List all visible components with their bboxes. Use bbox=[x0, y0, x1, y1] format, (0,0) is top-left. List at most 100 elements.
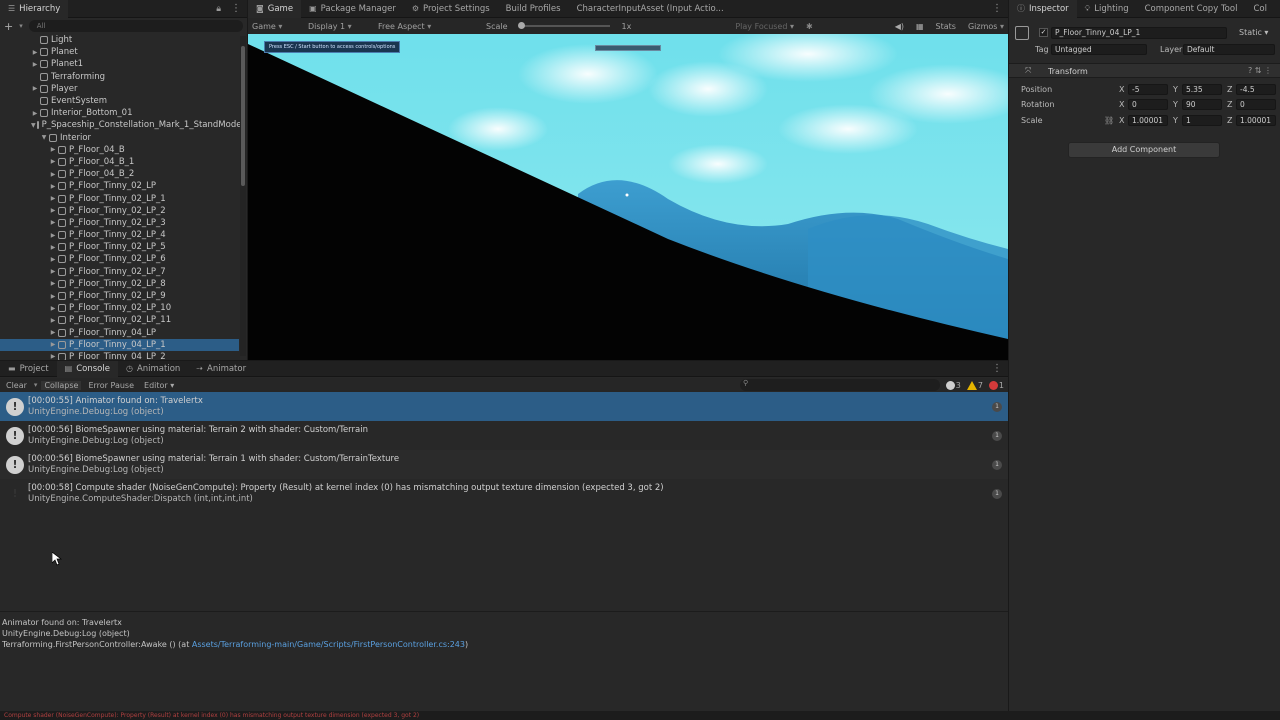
collapsed-arrow-icon[interactable]: ▶ bbox=[49, 171, 57, 178]
aspect-dropdown[interactable]: Free Aspect bbox=[378, 22, 474, 31]
hierarchy-item[interactable]: ▶ Planet1 bbox=[0, 58, 239, 70]
tab-animation[interactable]: ◷ Animation bbox=[118, 361, 188, 377]
error-count-toggle[interactable]: 1 bbox=[988, 380, 1004, 390]
hierarchy-scroll-thumb[interactable] bbox=[241, 46, 245, 186]
hierarchy-item[interactable]: ▶ P_Floor_04_B_2 bbox=[0, 168, 239, 180]
warn-count-toggle[interactable]: 7 bbox=[966, 380, 983, 390]
hierarchy-item[interactable]: ▶ Planet bbox=[0, 46, 239, 58]
hierarchy-item[interactable]: ▶ P_Floor_Tinny_02_LP_4 bbox=[0, 229, 239, 241]
hierarchy-item[interactable]: ▼ P_Spaceship_Constellation_Mark_1_StandM… bbox=[0, 119, 241, 131]
hierarchy-item[interactable]: ▼ Interior bbox=[0, 132, 239, 144]
tab-character-input-asset[interactable]: CharacterInputAsset (Input Actio... bbox=[569, 0, 732, 18]
hierarchy-item[interactable]: ▶ P_Floor_Tinny_02_LP_6 bbox=[0, 253, 239, 265]
clear-dropdown-icon[interactable]: ▾ bbox=[34, 381, 38, 389]
scale-slider[interactable] bbox=[517, 22, 610, 29]
bug-icon[interactable]: ✱ bbox=[806, 22, 813, 31]
hierarchy-search-input[interactable]: All bbox=[28, 20, 243, 32]
collapsed-arrow-icon[interactable]: ▶ bbox=[49, 317, 57, 324]
hierarchy-item[interactable]: ▶ P_Floor_Tinny_02_LP_9 bbox=[0, 290, 239, 302]
tab-col[interactable]: Col bbox=[1245, 0, 1275, 18]
collapse-button[interactable]: Collapse bbox=[41, 380, 82, 390]
info-count-toggle[interactable]: 3 bbox=[945, 380, 961, 390]
clear-button[interactable]: Clear bbox=[3, 381, 30, 390]
hierarchy-item[interactable]: ▶ P_Floor_Tinny_02_LP bbox=[0, 180, 239, 192]
collapsed-arrow-icon[interactable]: ▶ bbox=[49, 195, 57, 202]
active-checkbox[interactable]: ✓ bbox=[1039, 28, 1048, 37]
hierarchy-item[interactable]: ▶ P_Floor_04_B_1 bbox=[0, 156, 239, 168]
console-log-row[interactable]: ! [00:00:56] BiomeSpawner using material:… bbox=[0, 450, 1008, 479]
error-pause-button[interactable]: Error Pause bbox=[85, 381, 137, 390]
collapsed-arrow-icon[interactable]: ▶ bbox=[31, 49, 39, 56]
tab-animator[interactable]: ⇢ Animator bbox=[188, 361, 254, 377]
rotation-z-field[interactable]: 0 bbox=[1236, 99, 1276, 110]
tab-component-copy-tool[interactable]: Component Copy Tool bbox=[1137, 0, 1246, 18]
position-x-field[interactable]: -5 bbox=[1128, 84, 1168, 95]
hierarchy-item[interactable]: ▶ P_Floor_Tinny_02_LP_1 bbox=[0, 192, 239, 204]
collapsed-arrow-icon[interactable]: ▶ bbox=[49, 219, 57, 226]
hierarchy-scrollbar[interactable] bbox=[240, 36, 246, 356]
grid-icon[interactable]: ▦ bbox=[916, 22, 924, 31]
collapsed-arrow-icon[interactable]: ▶ bbox=[49, 244, 57, 251]
expanded-arrow-icon[interactable]: ▼ bbox=[31, 122, 36, 129]
position-z-field[interactable]: -4.5 bbox=[1236, 84, 1276, 95]
tag-dropdown[interactable]: Untagged bbox=[1051, 44, 1147, 55]
console-menu-icon[interactable]: ⋮ bbox=[986, 363, 1008, 374]
hierarchy-item[interactable]: ▶ P_Floor_Tinny_04_LP bbox=[0, 327, 239, 339]
game-menu-icon[interactable]: ⋮ bbox=[986, 3, 1008, 14]
tab-inspector[interactable]: ⓘ Inspector bbox=[1009, 0, 1077, 18]
collapsed-arrow-icon[interactable]: ▶ bbox=[49, 183, 57, 190]
hierarchy-item[interactable]: ▶ Player bbox=[0, 83, 239, 95]
collapsed-arrow-icon[interactable]: ▶ bbox=[49, 293, 57, 300]
tab-project-settings[interactable]: ⚙ Project Settings bbox=[404, 0, 498, 18]
rotation-y-field[interactable]: 90 bbox=[1182, 99, 1222, 110]
tab-game[interactable]: ◙ Game bbox=[248, 0, 302, 18]
collapsed-arrow-icon[interactable]: ▶ bbox=[49, 268, 57, 275]
scale-y-field[interactable]: 1 bbox=[1182, 115, 1222, 126]
collapsed-arrow-icon[interactable]: ▶ bbox=[49, 280, 57, 287]
hierarchy-item[interactable]: ▶ P_Floor_Tinny_04_LP_2 bbox=[0, 351, 239, 360]
add-component-button[interactable]: Add Component bbox=[1068, 142, 1220, 158]
tab-project[interactable]: ▬ Project bbox=[0, 361, 57, 377]
add-icon[interactable]: + bbox=[4, 20, 13, 33]
stacktrace-link[interactable]: Assets/Terraforming-main/Game/Scripts/Fi… bbox=[192, 640, 465, 649]
status-bar-message[interactable]: Compute shader (NoiseGenCompute): Proper… bbox=[0, 711, 1280, 720]
transform-menu-icon[interactable]: ? ⇅ ⋮ bbox=[1248, 66, 1272, 75]
chevron-down-icon[interactable]: ▾ bbox=[19, 22, 23, 30]
console-log-row[interactable]: ! [00:00:55] Animator found on: Travelert… bbox=[0, 392, 1008, 421]
scale-z-field[interactable]: 1.00001 bbox=[1236, 115, 1276, 126]
tab-lighting[interactable]: 💡︎ Lighting bbox=[1077, 0, 1137, 18]
tab-console[interactable]: ▤ Console bbox=[56, 361, 118, 377]
play-focused-dropdown[interactable]: Play Focused bbox=[735, 22, 794, 31]
gizmos-dropdown[interactable]: Gizmos bbox=[968, 22, 1004, 31]
collapsed-arrow-icon[interactable]: ▶ bbox=[49, 207, 57, 214]
audio-icon[interactable]: ◀) bbox=[895, 22, 904, 31]
collapsed-arrow-icon[interactable]: ▶ bbox=[49, 353, 57, 360]
static-toggle[interactable]: Static ▾ bbox=[1239, 28, 1268, 37]
collapsed-arrow-icon[interactable]: ▶ bbox=[49, 146, 57, 153]
editor-dropdown[interactable]: Editor ▾ bbox=[141, 381, 177, 390]
console-search-input[interactable]: ⚲ bbox=[740, 379, 940, 391]
hierarchy-item[interactable]: ▶ P_Floor_Tinny_02_LP_7 bbox=[0, 266, 239, 278]
collapsed-arrow-icon[interactable]: ▶ bbox=[49, 329, 57, 336]
collapsed-arrow-icon[interactable]: ▶ bbox=[31, 110, 39, 117]
position-y-field[interactable]: 5.35 bbox=[1182, 84, 1222, 95]
lock-icon[interactable]: 🔒︎ bbox=[216, 4, 225, 14]
hierarchy-item[interactable]: ▶ P_Floor_Tinny_02_LP_5 bbox=[0, 241, 239, 253]
hierarchy-item[interactable]: ▶ P_Floor_Tinny_02_LP_11 bbox=[0, 314, 239, 326]
tab-package-manager[interactable]: ▣ Package Manager bbox=[301, 0, 404, 18]
collapsed-arrow-icon[interactable]: ▶ bbox=[31, 61, 39, 68]
hierarchy-menu-icon[interactable]: ⋮ bbox=[225, 3, 247, 14]
console-log-row[interactable]: ! [00:00:56] BiomeSpawner using material:… bbox=[0, 421, 1008, 450]
collapsed-arrow-icon[interactable]: ▶ bbox=[49, 256, 57, 263]
collapsed-arrow-icon[interactable]: ▶ bbox=[49, 341, 57, 348]
link-icon[interactable]: ⛓ bbox=[1104, 116, 1114, 125]
hierarchy-item[interactable]: ▶ P_Floor_04_B bbox=[0, 144, 239, 156]
hierarchy-item[interactable]: Light bbox=[0, 34, 239, 46]
display-dropdown[interactable]: Display 1 bbox=[308, 22, 366, 31]
scale-x-field[interactable]: 1.00001 bbox=[1128, 115, 1168, 126]
hierarchy-item[interactable]: ▶ P_Floor_Tinny_02_LP_8 bbox=[0, 278, 239, 290]
layer-dropdown[interactable]: Default bbox=[1183, 44, 1275, 55]
console-log-row[interactable]: ! [00:00:58] Compute shader (NoiseGenComp… bbox=[0, 479, 1008, 508]
game-mode-dropdown[interactable]: Game bbox=[252, 22, 296, 31]
hierarchy-item[interactable]: Terraforming bbox=[0, 71, 239, 83]
